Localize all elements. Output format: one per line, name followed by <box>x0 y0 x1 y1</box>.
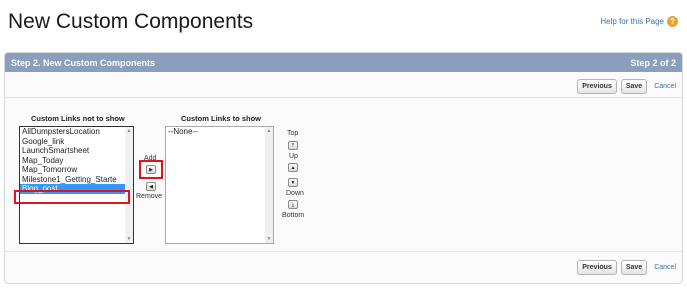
scroll-down-icon[interactable]: ▼ <box>265 235 273 243</box>
bottom-label: Bottom <box>282 212 305 219</box>
help-link[interactable]: Help for this Page ? <box>600 16 678 27</box>
previous-button[interactable]: Previous <box>577 260 617 275</box>
step-header: Step 2. New Custom Components Step 2 of … <box>5 53 682 72</box>
available-scrollbar[interactable]: ▲ ▼ <box>125 127 133 243</box>
list-option[interactable]: Map_Today <box>20 156 133 166</box>
move-down-button[interactable]: ▼ <box>288 178 298 187</box>
move-bottom-button[interactable]: ⤓ <box>288 200 298 209</box>
step-title: Step 2. New Custom Components <box>11 57 156 68</box>
down-label: Down <box>286 190 304 197</box>
top-label: Top <box>287 130 299 137</box>
save-button[interactable]: Save <box>620 260 648 275</box>
selection-highlight-box <box>14 190 130 204</box>
up-label: Up <box>289 153 298 160</box>
list-option[interactable]: Milestone1_Getting_Starte <box>20 175 133 185</box>
scroll-up-icon[interactable]: ▲ <box>265 127 273 135</box>
shown-links-listbox[interactable]: --None-- ▲ ▼ <box>165 126 274 244</box>
list-option[interactable]: --None-- <box>166 127 273 137</box>
shown-scrollbar[interactable]: ▲ ▼ <box>265 127 273 243</box>
list-option[interactable]: Google_link <box>20 137 133 147</box>
page-title: New Custom Components <box>8 10 254 33</box>
shown-list-title: Custom Links to show <box>181 114 262 123</box>
step-indicator: Step 2 of 2 <box>630 57 676 68</box>
cancel-link[interactable]: Cancel <box>654 83 676 90</box>
save-button[interactable]: Save <box>620 79 648 94</box>
remove-label: Remove <box>136 193 163 200</box>
top-button-row: Previous Save Cancel <box>577 79 676 94</box>
add-highlight-box <box>139 160 163 179</box>
remove-arrow-button[interactable]: ◀ <box>146 182 156 191</box>
wizard-panel: Step 2. New Custom Components Step 2 of … <box>4 52 683 284</box>
divider <box>5 97 682 98</box>
list-option[interactable]: LaunchSmartsheet <box>20 146 133 156</box>
divider <box>5 251 682 252</box>
cancel-link[interactable]: Cancel <box>654 264 676 271</box>
previous-button[interactable]: Previous <box>577 79 617 94</box>
available-list-title: Custom Links not to show <box>31 114 125 123</box>
list-option[interactable]: AllDumpstersLocation <box>20 127 133 137</box>
available-links-listbox[interactable]: AllDumpstersLocation Google_link LaunchSma… <box>19 126 134 244</box>
list-option[interactable]: Map_Tomorrow <box>20 165 133 175</box>
move-top-button[interactable]: ⤒ <box>288 141 298 150</box>
scroll-up-icon[interactable]: ▲ <box>125 127 133 135</box>
bottom-button-row: Previous Save Cancel <box>577 260 676 275</box>
scroll-down-icon[interactable]: ▼ <box>125 235 133 243</box>
move-up-button[interactable]: ▲ <box>288 163 298 172</box>
help-link-label[interactable]: Help for this Page <box>600 17 664 26</box>
help-icon[interactable]: ? <box>667 16 678 27</box>
